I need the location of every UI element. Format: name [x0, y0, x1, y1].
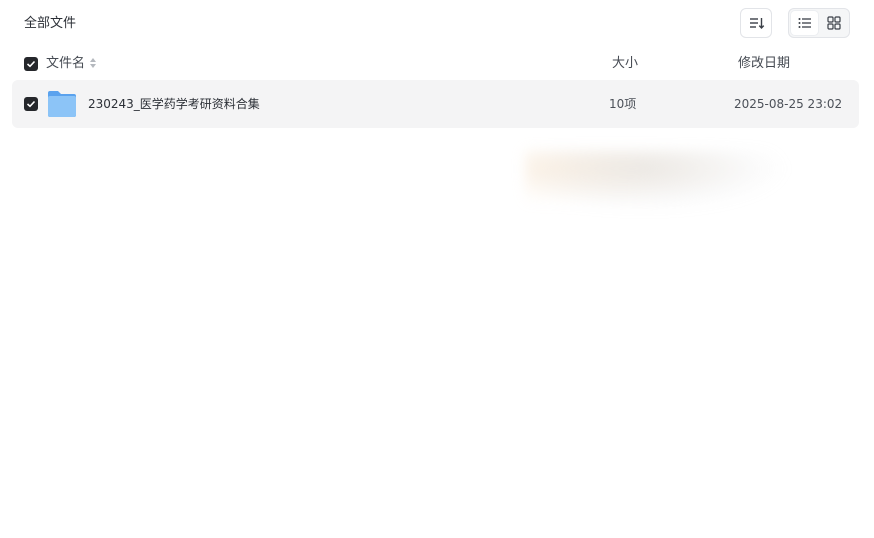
drag-shadow-artifact [525, 150, 790, 212]
file-manager-page: 全部文件 文件名 大小 修改日期 230243_医学药学考研资料合集 10项 2… [0, 0, 874, 538]
table-header: 文件名 大小 修改日期 [0, 52, 874, 76]
file-size: 10项 [609, 97, 637, 111]
sort-icon [750, 18, 765, 30]
check-icon [26, 100, 36, 108]
select-all-checkbox[interactable] [24, 57, 38, 71]
file-modified-date: 2025-08-25 23:02 [734, 97, 843, 111]
list-view-button[interactable] [791, 11, 818, 35]
check-icon [26, 60, 36, 68]
list-view-icon [798, 18, 811, 28]
grid-view-button[interactable] [820, 11, 847, 35]
column-header-name[interactable]: 文件名 [46, 55, 85, 73]
sort-toggle-icon[interactable] [89, 57, 97, 69]
row-checkbox[interactable] [24, 97, 38, 111]
page-title: 全部文件 [24, 16, 77, 31]
file-name[interactable]: 230243_医学药学考研资料合集 [88, 95, 260, 113]
sort-button[interactable] [740, 8, 772, 38]
grid-view-icon [826, 16, 841, 30]
folder-icon [48, 91, 76, 117]
column-header-size[interactable]: 大小 [612, 55, 638, 73]
column-header-modified[interactable]: 修改日期 [738, 55, 790, 73]
table-row[interactable]: 230243_医学药学考研资料合集 10项 2025-08-25 23:02 [12, 80, 859, 128]
view-mode-switch [788, 8, 850, 38]
